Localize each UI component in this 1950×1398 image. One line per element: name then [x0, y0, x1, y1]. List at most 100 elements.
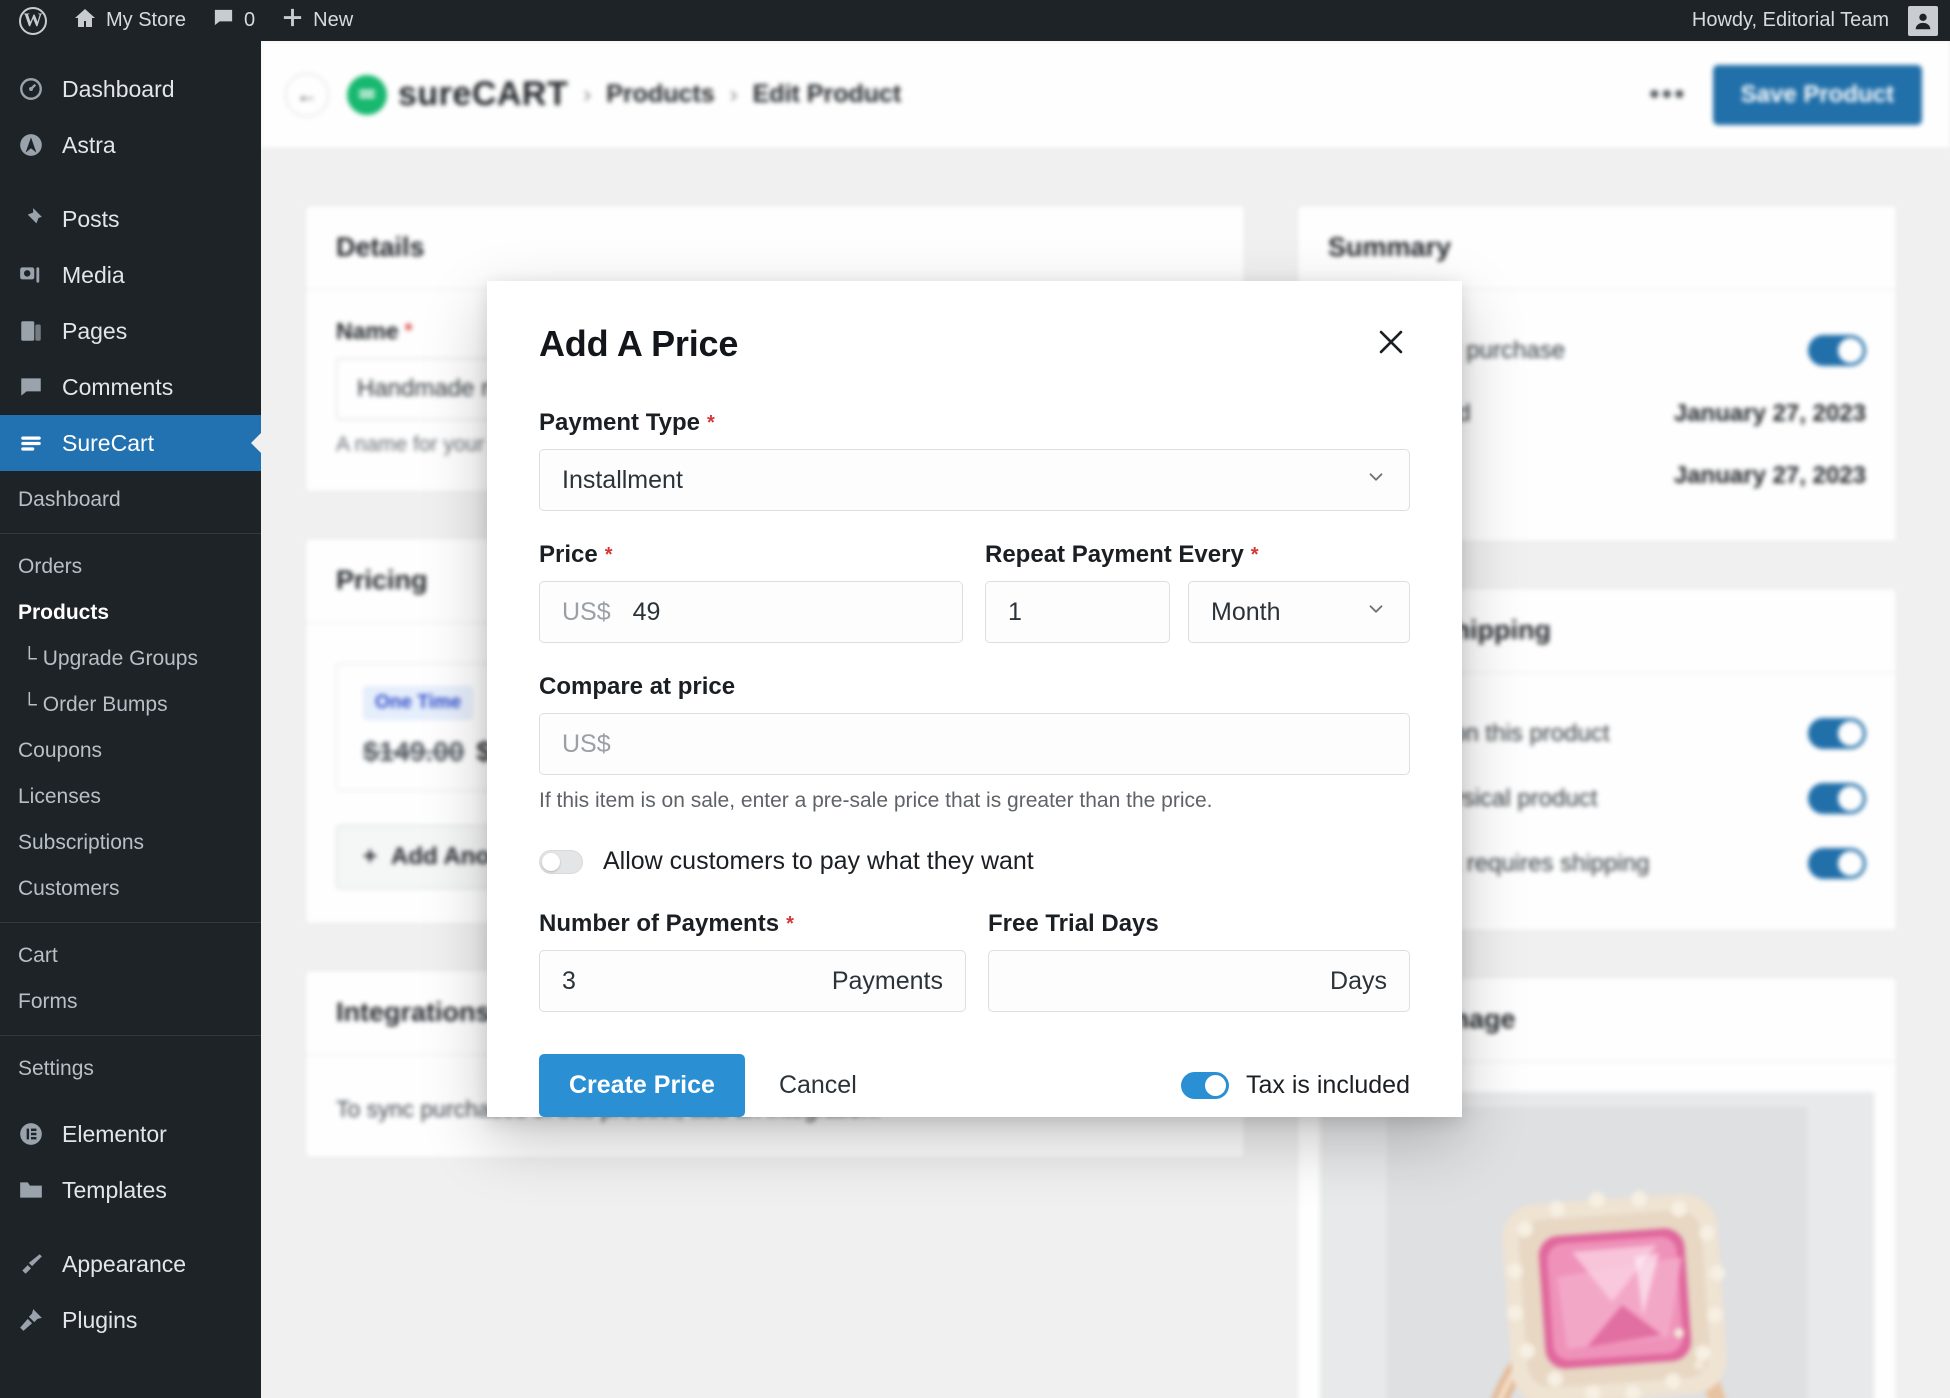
admin-bar-left: W My Store 0 New	[0, 0, 366, 41]
cancel-button[interactable]: Cancel	[779, 1071, 857, 1100]
add-price-modal: Add A Price Payment Type * Installment P…	[487, 281, 1462, 1117]
comment-bubble-icon	[212, 6, 235, 35]
currency-prefix: US$	[562, 597, 611, 626]
chevron-down-icon	[1365, 466, 1387, 494]
surecart-topbar: ← sureCART › Products › Edit Product •••…	[261, 41, 1950, 149]
created-on-value: January 27, 2023	[1673, 462, 1866, 489]
submenu-item-customers[interactable]: Customers	[0, 866, 261, 912]
breadcrumb-separator: ›	[583, 80, 592, 108]
repeat-group: Repeat Payment Every * 1 Month	[985, 541, 1410, 643]
tax-included-toggle[interactable]	[1181, 1072, 1230, 1099]
modal-footer: Create Price Cancel Tax is included	[539, 1054, 1410, 1117]
submenu-divider	[0, 533, 261, 534]
sidebar-item-media[interactable]: Media	[0, 247, 261, 303]
sidebar-main-menu: Dashboard Astra Posts Media Pages Commen…	[0, 41, 261, 1348]
required-marker: *	[604, 543, 613, 566]
charge-tax-toggle[interactable]	[1808, 718, 1866, 749]
sidebar-item-label: Pages	[62, 317, 128, 344]
compare-label-row: Compare at price	[539, 673, 1410, 701]
repeat-count-input[interactable]: 1	[985, 581, 1170, 643]
pay-what-you-want-toggle[interactable]	[539, 849, 583, 874]
sidebar-item-surecart[interactable]: SureCart	[0, 415, 261, 471]
submenu-item-licenses[interactable]: Licenses	[0, 774, 261, 820]
number-of-payments-label: Number of Payments	[539, 910, 780, 937]
submenu-item-forms[interactable]: Forms	[0, 979, 261, 1025]
tax-included-label: Tax is included	[1246, 1071, 1410, 1099]
close-icon[interactable]	[1372, 323, 1410, 361]
sidebar-item-posts[interactable]: Posts	[0, 191, 261, 247]
submenu-item-dashboard[interactable]: Dashboard	[0, 477, 261, 523]
chevron-down-icon	[1365, 598, 1387, 626]
repeat-label-row: Repeat Payment Every *	[985, 541, 1410, 569]
astra-icon	[16, 131, 45, 160]
back-button[interactable]: ←	[285, 72, 329, 117]
elementor-icon	[16, 1120, 45, 1149]
sidebar-item-comments[interactable]: Comments	[0, 359, 261, 415]
price-repeat-row: Price * US$ 49 Repeat Payment Every * 1 …	[539, 541, 1410, 643]
comments-button[interactable]: 0	[199, 0, 268, 41]
compare-at-price-group: Compare at price US$ If this item is on …	[539, 673, 1410, 813]
tree-branch-icon: └	[22, 693, 37, 716]
sidebar-item-appearance[interactable]: Appearance	[0, 1236, 261, 1292]
wordpress-logo-button[interactable]: W	[6, 0, 60, 41]
sidebar-item-astra[interactable]: Astra	[0, 117, 261, 173]
submenu-item-upgrade-groups[interactable]: └ Upgrade Groups	[0, 636, 261, 682]
sidebar-item-templates[interactable]: Templates	[0, 1162, 261, 1218]
submenu-item-order-bumps[interactable]: └ Order Bumps	[0, 682, 261, 728]
price-compare-at: $149.00	[363, 736, 465, 767]
site-name-button[interactable]: My Store	[60, 0, 199, 41]
surecart-logo[interactable]: sureCART	[347, 74, 568, 115]
free-trial-days-label: Free Trial Days	[987, 910, 1159, 937]
compare-at-price-input[interactable]: US$	[539, 713, 1410, 775]
last-updated-value: January 27, 2023	[1673, 400, 1866, 427]
repeat-unit-select[interactable]: Month	[1188, 581, 1410, 643]
free-trial-days-input[interactable]: Days	[987, 950, 1410, 1012]
submenu-item-subscriptions[interactable]: Subscriptions	[0, 820, 261, 866]
submenu-divider	[0, 922, 261, 923]
modal-header: Add A Price	[539, 323, 1410, 365]
howdy-label: Howdy, Editorial Team	[1691, 9, 1889, 31]
details-title: Details	[306, 206, 1244, 290]
new-content-button[interactable]: New	[268, 0, 366, 41]
sidebar-item-plugins[interactable]: Plugins	[0, 1292, 261, 1348]
create-price-button[interactable]: Create Price	[539, 1054, 745, 1117]
breadcrumb-edit-product: Edit Product	[752, 80, 902, 108]
pages-icon	[16, 317, 45, 346]
submenu-item-settings[interactable]: Settings	[0, 1046, 261, 1092]
sidebar-item-label: Comments	[62, 373, 174, 400]
available-for-purchase-toggle[interactable]	[1808, 335, 1866, 366]
plug-icon	[16, 1306, 45, 1335]
free-trial-label-row: Free Trial Days	[988, 910, 1410, 938]
summary-title: Summary	[1298, 206, 1896, 290]
submenu-item-products[interactable]: Products	[0, 590, 261, 636]
comment-icon	[16, 373, 45, 402]
submenu-item-coupons[interactable]: Coupons	[0, 728, 261, 774]
tree-branch-icon: └	[22, 647, 37, 670]
ellipsis-icon[interactable]: •••	[1649, 78, 1687, 112]
account-menu[interactable]: Howdy, Editorial Team	[1679, 0, 1938, 41]
sidebar-item-pages[interactable]: Pages	[0, 303, 261, 359]
sidebar-item-dashboard[interactable]: Dashboard	[0, 61, 261, 117]
product-image-thumbnail[interactable]	[1320, 1092, 1874, 1398]
number-of-payments-input[interactable]: 3 Payments	[539, 950, 966, 1012]
sidebar-item-label: Appearance	[62, 1250, 187, 1277]
physical-product-toggle[interactable]	[1808, 783, 1866, 814]
sidebar-item-elementor[interactable]: Elementor	[0, 1106, 261, 1162]
price-input[interactable]: US$ 49	[539, 581, 963, 643]
required-marker: *	[404, 320, 413, 342]
save-product-button[interactable]: Save Product	[1712, 64, 1922, 125]
sidebar-item-label: Elementor	[62, 1120, 167, 1147]
pay-what-you-want-row: Allow customers to pay what they want	[539, 847, 1410, 876]
admin-bar-right: Howdy, Editorial Team	[1679, 0, 1950, 41]
submenu-item-cart[interactable]: Cart	[0, 933, 261, 979]
requires-shipping-toggle[interactable]	[1808, 848, 1866, 879]
comments-count: 0	[244, 9, 256, 31]
sidebar-item-label: Dashboard	[62, 75, 175, 102]
repeat-payment-label: Repeat Payment Every	[985, 541, 1244, 568]
breadcrumb-products[interactable]: Products	[606, 80, 714, 109]
wordpress-logo-icon: W	[19, 6, 47, 35]
submenu-item-orders[interactable]: Orders	[0, 544, 261, 590]
folder-icon	[16, 1176, 45, 1205]
payment-type-select[interactable]: Installment	[539, 449, 1410, 511]
